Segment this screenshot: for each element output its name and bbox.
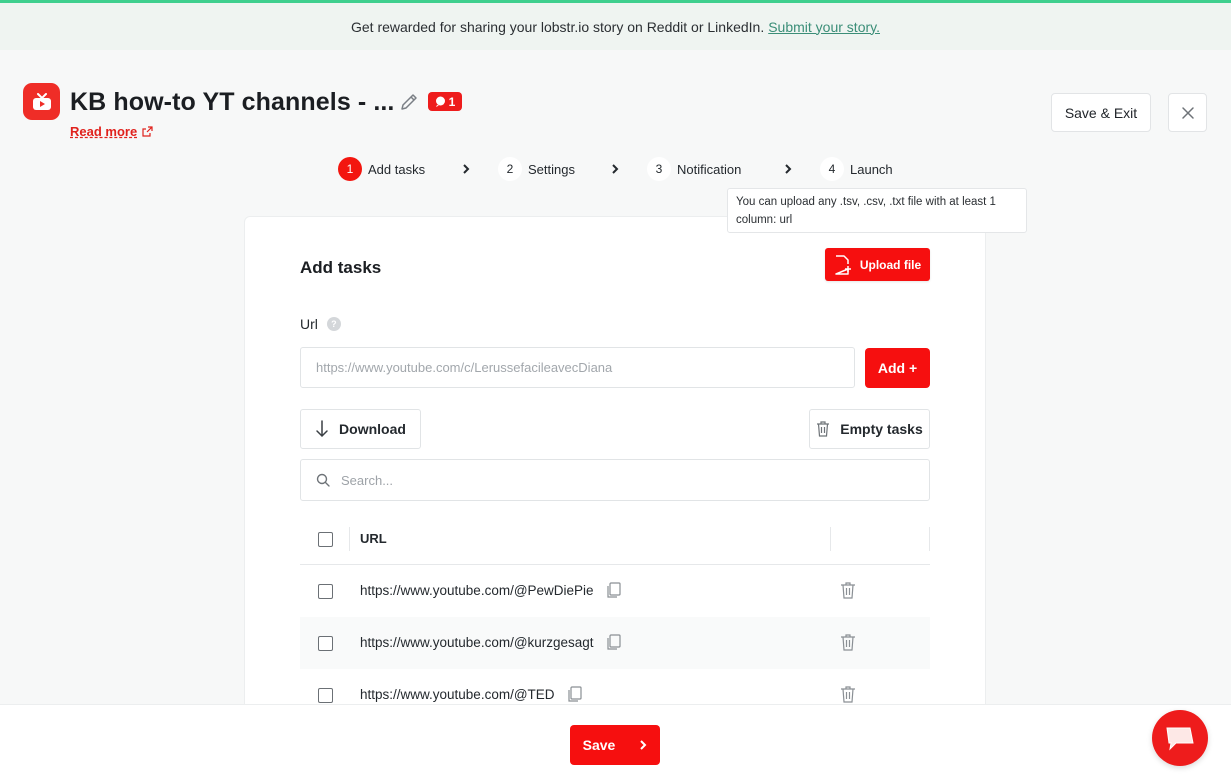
- step-settings[interactable]: 2 Settings: [498, 156, 575, 182]
- row-url-cell: https://www.youtube.com/@TED: [360, 686, 582, 703]
- table-row: https://www.youtube.com/@kurzgesagt: [300, 617, 930, 669]
- url-label-text: Url: [300, 316, 318, 332]
- chevron-right-icon: [463, 164, 470, 174]
- step-label: Launch: [850, 161, 893, 177]
- step-notification[interactable]: 3 Notification: [647, 156, 741, 182]
- notification-badge[interactable]: 1: [428, 92, 462, 111]
- chat-bubble-icon: [1166, 727, 1194, 751]
- chat-icon: [435, 96, 445, 107]
- wizard-steps: 1 Add tasks 2 Settings 3 Notification 4 …: [0, 156, 1231, 182]
- chevron-right-icon: [612, 164, 619, 174]
- search-box[interactable]: [300, 459, 930, 501]
- row-url: https://www.youtube.com/@TED: [360, 687, 555, 702]
- chat-widget-button[interactable]: [1152, 710, 1208, 766]
- step-label: Add tasks: [368, 161, 426, 177]
- chevron-right-icon: [640, 740, 647, 750]
- url-field-label: Url ?: [300, 316, 341, 332]
- column-header-url: URL: [360, 531, 387, 546]
- step-label: Settings: [528, 161, 575, 177]
- pencil-icon[interactable]: [399, 92, 419, 112]
- external-link-icon: [142, 126, 153, 137]
- column-divider: [929, 527, 930, 551]
- save-exit-button[interactable]: Save & Exit: [1051, 93, 1151, 132]
- arrow-down-icon: [316, 420, 328, 438]
- step-number: 2: [498, 157, 522, 181]
- step-add-tasks[interactable]: 1 Add tasks: [338, 156, 425, 182]
- footer-bar: Save: [0, 704, 1231, 784]
- row-checkbox[interactable]: [318, 584, 333, 599]
- select-all-checkbox[interactable]: [318, 532, 333, 547]
- help-icon[interactable]: ?: [326, 317, 341, 331]
- copy-icon[interactable]: [566, 686, 582, 703]
- url-input[interactable]: [300, 347, 855, 388]
- step-launch[interactable]: 4 Launch: [820, 156, 893, 182]
- add-url-button[interactable]: Add +: [865, 348, 930, 388]
- save-button[interactable]: Save: [570, 725, 660, 765]
- page-title: KB how-to YT channels - ...: [70, 88, 395, 116]
- read-more-label: Read more: [70, 124, 138, 139]
- table-header: URL: [300, 519, 930, 565]
- step-number: 4: [820, 157, 844, 181]
- file-add-icon: [835, 254, 851, 275]
- row-checkbox[interactable]: [318, 688, 333, 703]
- promo-banner: Get rewarded for sharing your lobstr.io …: [0, 0, 1231, 50]
- step-number: 1: [338, 157, 362, 181]
- upload-file-label: Upload file: [859, 257, 922, 272]
- row-checkbox[interactable]: [318, 636, 333, 651]
- table-row: https://www.youtube.com/@PewDiePie: [300, 565, 930, 617]
- empty-tasks-button[interactable]: Empty tasks: [809, 409, 930, 449]
- youtube-app-logo: [23, 83, 60, 120]
- trash-icon[interactable]: [840, 582, 856, 599]
- badge-count: 1: [448, 94, 456, 109]
- row-url: https://www.youtube.com/@kurzgesagt: [360, 635, 594, 650]
- save-label: Save: [582, 737, 616, 753]
- download-button[interactable]: Download: [300, 409, 421, 449]
- column-divider: [349, 527, 350, 551]
- submit-story-link[interactable]: Submit your story.: [768, 19, 880, 35]
- step-number: 3: [647, 157, 671, 181]
- close-icon: [1181, 106, 1194, 119]
- copy-icon[interactable]: [605, 582, 621, 599]
- row-url-cell: https://www.youtube.com/@kurzgesagt: [360, 634, 621, 651]
- trash-icon: [817, 421, 830, 437]
- step-label: Notification: [677, 161, 742, 177]
- banner-text: Get rewarded for sharing your lobstr.io …: [351, 18, 765, 35]
- row-url: https://www.youtube.com/@PewDiePie: [360, 583, 594, 598]
- tv-icon: [32, 92, 51, 110]
- read-more-link[interactable]: Read more: [70, 124, 153, 139]
- row-url-cell: https://www.youtube.com/@PewDiePie: [360, 582, 621, 599]
- trash-icon[interactable]: [840, 634, 856, 651]
- card-title: Add tasks: [300, 258, 382, 277]
- chevron-right-icon: [785, 164, 792, 174]
- add-tasks-card: Add tasks Upload file Url ? Add + Downlo…: [244, 216, 986, 736]
- trash-icon[interactable]: [840, 686, 856, 703]
- empty-tasks-label: Empty tasks: [840, 421, 923, 437]
- tasks-table: URL https://www.youtube.com/@PewDiePie h…: [300, 519, 930, 721]
- close-button[interactable]: [1168, 93, 1207, 132]
- search-input[interactable]: [341, 472, 914, 488]
- search-icon: [316, 473, 330, 487]
- column-divider: [830, 527, 831, 551]
- download-label: Download: [339, 421, 406, 437]
- copy-icon[interactable]: [605, 634, 621, 651]
- upload-file-button[interactable]: Upload file: [825, 248, 930, 281]
- upload-tooltip: You can upload any .tsv, .csv, .txt file…: [727, 188, 1027, 233]
